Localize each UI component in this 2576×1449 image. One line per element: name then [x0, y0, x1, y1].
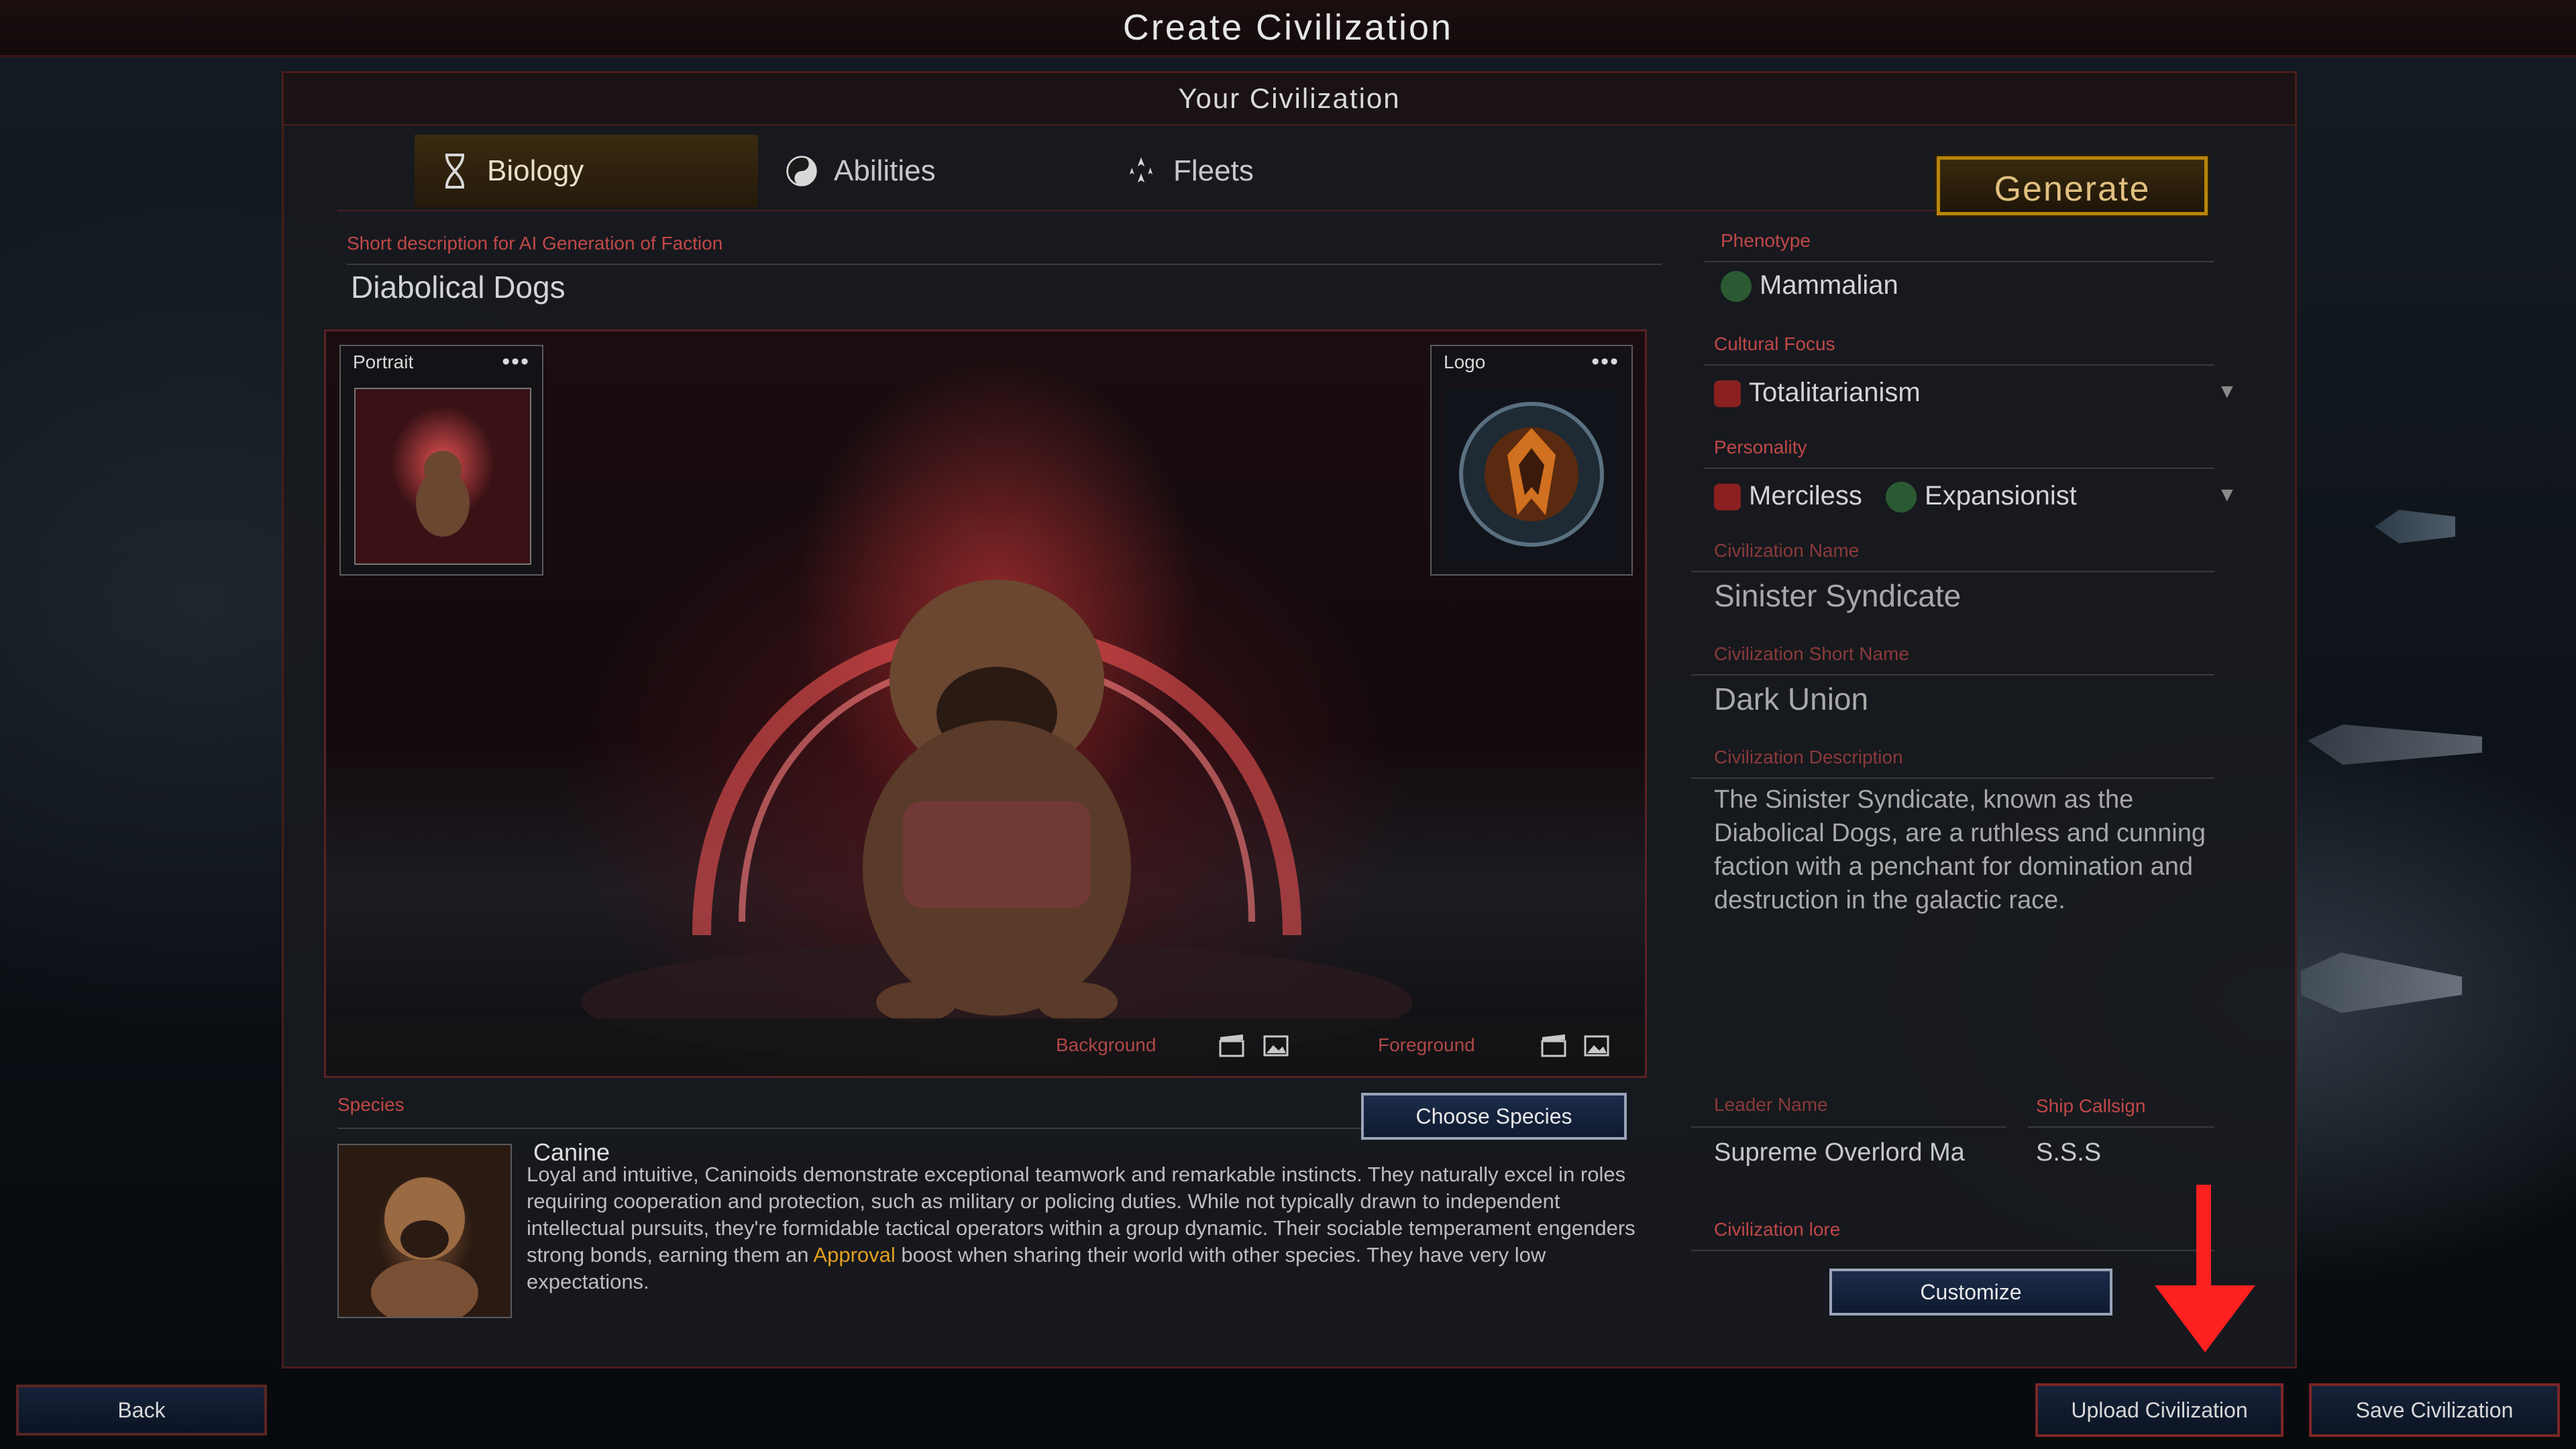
foreground-clapper-icon[interactable]: [1540, 1033, 1567, 1059]
logo-panel[interactable]: Logo •••: [1430, 345, 1633, 576]
tab-label: Fleets: [1173, 154, 1254, 187]
chevron-down-icon[interactable]: ▼: [2217, 380, 2237, 403]
divider: [2028, 1126, 2214, 1128]
personality-value-1: Merciless: [1749, 481, 1862, 511]
civilization-name-label: Civilization Name: [1714, 540, 1860, 561]
back-button[interactable]: Back: [16, 1385, 267, 1436]
annotation-arrow: [2155, 1185, 2255, 1362]
tab-fleets[interactable]: Fleets: [1101, 135, 1436, 207]
dna-icon: [439, 154, 471, 189]
chevron-down-icon[interactable]: ▼: [2217, 484, 2237, 506]
divider: [1691, 571, 2214, 572]
tab-abilities[interactable]: Abilities: [761, 135, 1097, 207]
upload-civilization-button[interactable]: Upload Civilization: [2035, 1383, 2284, 1437]
phenotype-label: Phenotype: [1721, 230, 1811, 251]
divider: [347, 264, 1662, 265]
fist-icon: [1714, 484, 1741, 511]
background-label: Background: [1056, 1034, 1157, 1055]
fist-icon: [1714, 380, 1741, 408]
foreground-image-icon[interactable]: [1583, 1033, 1610, 1059]
faction-description-label: Short description for AI Generation of F…: [347, 233, 723, 254]
mammal-icon: [1721, 271, 1752, 303]
divider: [1691, 1250, 2214, 1251]
logo-label: Logo: [1444, 352, 1486, 372]
background-clapper-icon[interactable]: [1218, 1033, 1245, 1059]
divider: [1705, 261, 2214, 262]
civilization-name-input[interactable]: Sinister Syndicate: [1714, 578, 1961, 614]
faction-description-input[interactable]: Diabolical Dogs: [351, 269, 566, 305]
divider: [337, 1128, 1391, 1129]
image-layer-bar: Background Foreground: [326, 1018, 1645, 1076]
logo-menu-icon[interactable]: •••: [1591, 349, 1619, 375]
tab-label: Biology: [487, 154, 584, 187]
divider: [1691, 1126, 2006, 1128]
civilization-panel: Your Civilization Biology Abilities Flee…: [282, 71, 2297, 1368]
civilization-lore-label: Civilization lore: [1714, 1219, 1841, 1240]
leader-name-label: Leader Name: [1714, 1094, 1828, 1115]
save-civilization-button[interactable]: Save Civilization: [2309, 1383, 2560, 1437]
tab-label: Abilities: [834, 154, 936, 187]
cultural-focus-value: Totalitarianism: [1749, 378, 1921, 407]
customize-button[interactable]: Customize: [1829, 1269, 2112, 1316]
species-portrait: [337, 1144, 512, 1326]
background-ship: [2301, 953, 2462, 1013]
tab-biology[interactable]: Biology: [415, 135, 758, 207]
background-image-icon[interactable]: [1263, 1033, 1289, 1059]
civilization-short-name-label: Civilization Short Name: [1714, 643, 1909, 664]
cultural-focus-label: Cultural Focus: [1714, 333, 1835, 354]
portrait-label: Portrait: [353, 352, 414, 372]
civilization-short-name-input[interactable]: Dark Union: [1714, 681, 1868, 717]
phenotype-field[interactable]: Mammalian: [1721, 270, 1898, 303]
foreground-label: Foreground: [1378, 1034, 1475, 1055]
personality-label: Personality: [1714, 437, 1807, 458]
portrait-thumbnail: [354, 388, 531, 565]
leader-name-input[interactable]: Supreme Overlord Ma: [1714, 1138, 2009, 1167]
cultural-focus-dropdown[interactable]: Totalitarianism: [1714, 378, 1921, 408]
background-ship: [2308, 724, 2482, 765]
civilization-description-label: Civilization Description: [1714, 747, 1903, 767]
tab-bar: Biology Abilities Fleets: [337, 135, 2202, 211]
choose-species-button[interactable]: Choose Species: [1361, 1093, 1627, 1140]
generate-button[interactable]: Generate: [1937, 156, 2208, 215]
species-label: Species: [337, 1094, 405, 1115]
species-description: Loyal and intuitive, Caninoids demonstra…: [527, 1161, 1654, 1295]
civilization-description-input[interactable]: The Sinister Syndicate, known as the Dia…: [1714, 783, 2244, 917]
fleet-icon: [1125, 155, 1157, 187]
civilization-image: Portrait ••• Logo ••• Background Foregro…: [324, 329, 1647, 1078]
window-title: Create Civilization: [0, 0, 2576, 57]
portrait-panel[interactable]: Portrait •••: [339, 345, 543, 576]
personality-value-2: Expansionist: [1925, 481, 2077, 511]
approval-link[interactable]: Approval: [813, 1243, 895, 1267]
divider: [1691, 777, 2214, 779]
ship-callsign-label: Ship Callsign: [2036, 1095, 2146, 1116]
divider: [1691, 674, 2214, 676]
phenotype-value: Mammalian: [1760, 270, 1898, 300]
faction-logo-icon: [1445, 388, 1618, 561]
ship-callsign-input[interactable]: S.S.S: [2036, 1138, 2101, 1167]
yin-yang-icon: [786, 155, 818, 187]
divider: [1705, 364, 2214, 366]
personality-dropdown[interactable]: Merciless Expansionist: [1714, 481, 2077, 513]
background-ship: [2375, 510, 2455, 543]
expansion-icon: [1886, 482, 1917, 513]
portrait-menu-icon[interactable]: •••: [502, 349, 530, 375]
panel-header: Your Civilization: [284, 73, 2295, 125]
divider: [1705, 468, 2214, 469]
